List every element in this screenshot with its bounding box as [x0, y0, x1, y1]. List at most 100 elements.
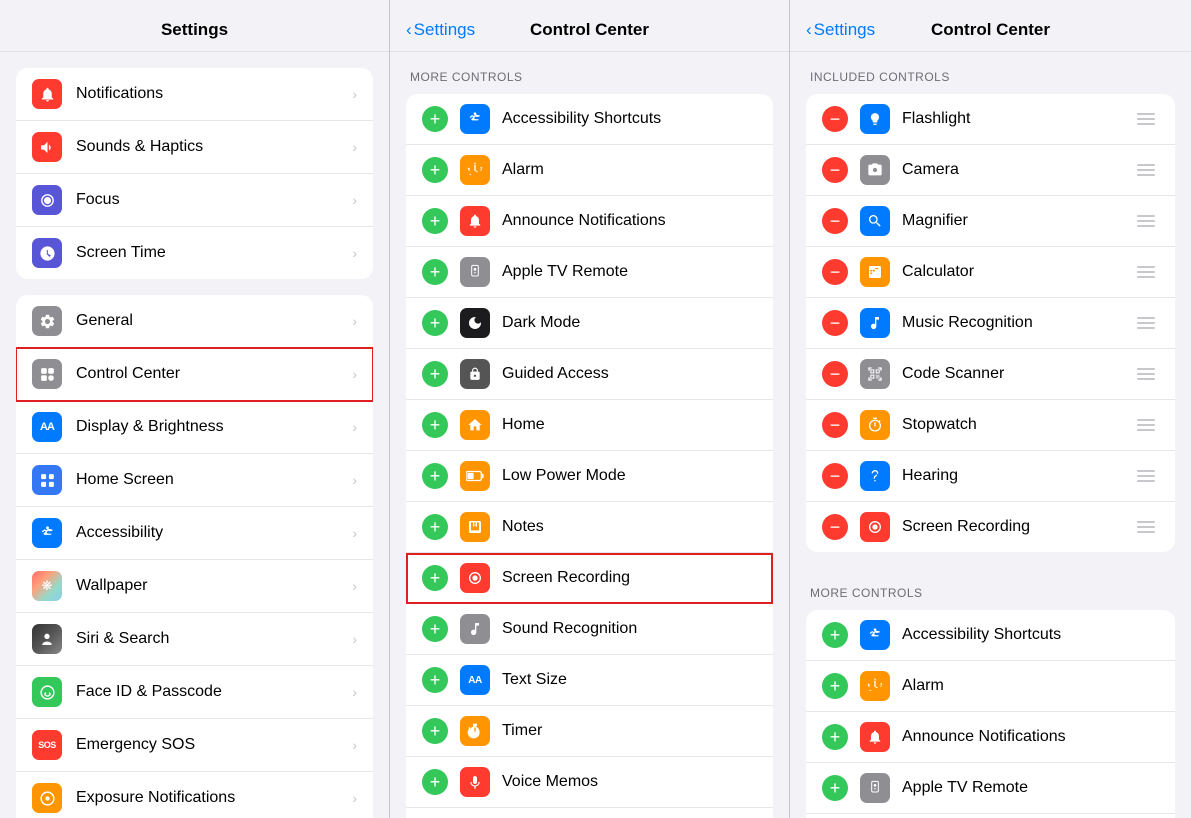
add-btn-voice-memos[interactable]: +	[422, 769, 448, 795]
cc-icon-dark-mode	[460, 308, 490, 338]
included-item-magnifier[interactable]: − Magnifier	[806, 196, 1175, 247]
drag-handle-stopwatch[interactable]	[1133, 417, 1159, 433]
drag-handle-flashlight[interactable]	[1133, 111, 1159, 127]
drag-handle-screen-recording[interactable]	[1133, 519, 1159, 535]
right-more-item-apple-tv[interactable]: + Apple TV Remote	[806, 763, 1175, 814]
cc-icon-calculator	[860, 257, 890, 287]
drag-handle-hearing[interactable]	[1133, 468, 1159, 484]
drag-handle-magnifier[interactable]	[1133, 213, 1159, 229]
cc-item-wallet[interactable]: + Wallet	[406, 808, 773, 818]
cc-item-apple-tv-remote[interactable]: + Apple TV Remote	[406, 247, 773, 298]
right-content: INCLUDED CONTROLS − Flashlight − Camera	[790, 52, 1191, 818]
right-more-item-alarm[interactable]: + Alarm	[806, 661, 1175, 712]
cc-icon-music-recognition	[860, 308, 890, 338]
cc-icon-right-accessibility	[860, 620, 890, 650]
included-item-screen-recording[interactable]: − Screen Recording	[806, 502, 1175, 552]
add-btn-right-announce[interactable]: +	[822, 724, 848, 750]
remove-btn-screen-recording[interactable]: −	[822, 514, 848, 540]
add-btn-screen-recording[interactable]: +	[422, 565, 448, 591]
cc-item-accessibility-shortcuts[interactable]: + Accessibility Shortcuts	[406, 94, 773, 145]
settings-item-siri[interactable]: Siri & Search ›	[16, 613, 373, 666]
add-btn-announce[interactable]: +	[422, 208, 448, 234]
add-btn-dark-mode[interactable]: +	[422, 310, 448, 336]
remove-btn-stopwatch[interactable]: −	[822, 412, 848, 438]
right-title: Control Center	[931, 20, 1050, 40]
right-more-item-accessibility[interactable]: + Accessibility Shortcuts	[806, 610, 1175, 661]
drag-handle-code-scanner[interactable]	[1133, 366, 1159, 382]
cc-icon-announce	[460, 206, 490, 236]
add-btn-right-apple-tv[interactable]: +	[822, 775, 848, 801]
settings-item-exposure[interactable]: Exposure Notifications ›	[16, 772, 373, 818]
cc-item-voice-memos[interactable]: + Voice Memos	[406, 757, 773, 808]
settings-item-wallpaper[interactable]: ❋ Wallpaper ›	[16, 560, 373, 613]
cc-icon-alarm	[460, 155, 490, 185]
add-btn-right-accessibility[interactable]: +	[822, 622, 848, 648]
settings-item-accessibility[interactable]: Accessibility ›	[16, 507, 373, 560]
cc-item-notes[interactable]: + Notes	[406, 502, 773, 553]
add-btn-notes[interactable]: +	[422, 514, 448, 540]
included-label-stopwatch: Stopwatch	[902, 416, 1133, 434]
add-btn-text-size[interactable]: +	[422, 667, 448, 693]
remove-btn-flashlight[interactable]: −	[822, 106, 848, 132]
drag-handle-camera[interactable]	[1133, 162, 1159, 178]
cc-item-guided-access[interactable]: + Guided Access	[406, 349, 773, 400]
remove-btn-hearing[interactable]: −	[822, 463, 848, 489]
add-btn-low-power[interactable]: +	[422, 463, 448, 489]
cc-item-alarm[interactable]: + Alarm	[406, 145, 773, 196]
included-label-code-scanner: Code Scanner	[902, 365, 1133, 383]
middle-content: MORE CONTROLS + Accessibility Shortcuts …	[390, 52, 789, 818]
remove-btn-code-scanner[interactable]: −	[822, 361, 848, 387]
notifications-chevron: ›	[352, 86, 357, 102]
included-label-flashlight: Flashlight	[902, 110, 1133, 128]
included-item-code-scanner[interactable]: − Code Scanner	[806, 349, 1175, 400]
included-item-flashlight[interactable]: − Flashlight	[806, 94, 1175, 145]
included-item-music-recognition[interactable]: − Music Recognition	[806, 298, 1175, 349]
settings-item-sounds[interactable]: Sounds & Haptics ›	[16, 121, 373, 174]
settings-item-notifications[interactable]: Notifications ›	[16, 68, 373, 121]
right-more-item-dark-mode[interactable]: + Dark Mode	[806, 814, 1175, 818]
included-item-stopwatch[interactable]: − Stopwatch	[806, 400, 1175, 451]
add-btn-guided-access[interactable]: +	[422, 361, 448, 387]
cc-item-text-size[interactable]: + AA Text Size	[406, 655, 773, 706]
cc-item-screen-recording-highlighted[interactable]: + Screen Recording	[406, 553, 773, 604]
settings-item-screentime[interactable]: Screen Time ›	[16, 227, 373, 279]
cc-item-sound-recognition[interactable]: + Sound Recognition	[406, 604, 773, 655]
settings-item-focus[interactable]: Focus ›	[16, 174, 373, 227]
cc-icon-stopwatch	[860, 410, 890, 440]
add-btn-timer[interactable]: +	[422, 718, 448, 744]
settings-item-general[interactable]: General ›	[16, 295, 373, 348]
remove-btn-magnifier[interactable]: −	[822, 208, 848, 234]
settings-item-faceid[interactable]: Face ID & Passcode ›	[16, 666, 373, 719]
add-btn-sound-recognition[interactable]: +	[422, 616, 448, 642]
add-btn-alarm[interactable]: +	[422, 157, 448, 183]
remove-btn-music-recognition[interactable]: −	[822, 310, 848, 336]
settings-item-homescreen[interactable]: Home Screen ›	[16, 454, 373, 507]
right-more-item-announce[interactable]: + Announce Notifications	[806, 712, 1175, 763]
cc-label-notes: Notes	[502, 518, 757, 536]
drag-handle-music-recognition[interactable]	[1133, 315, 1159, 331]
cc-item-dark-mode[interactable]: + Dark Mode	[406, 298, 773, 349]
add-btn-accessibility-shortcuts[interactable]: +	[422, 106, 448, 132]
settings-item-emergencysos[interactable]: SOS Emergency SOS ›	[16, 719, 373, 772]
cc-item-timer[interactable]: + Timer	[406, 706, 773, 757]
drag-handle-calculator[interactable]	[1133, 264, 1159, 280]
add-btn-apple-tv[interactable]: +	[422, 259, 448, 285]
included-item-camera[interactable]: − Camera	[806, 145, 1175, 196]
middle-back-button[interactable]: ‹ Settings	[406, 20, 475, 40]
exposure-icon	[32, 783, 62, 813]
right-back-button[interactable]: ‹ Settings	[806, 20, 875, 40]
cc-item-low-power[interactable]: + Low Power Mode	[406, 451, 773, 502]
included-controls-label: INCLUDED CONTROLS	[790, 52, 1191, 90]
add-btn-home[interactable]: +	[422, 412, 448, 438]
cc-item-announce-notifications[interactable]: + Announce Notifications	[406, 196, 773, 247]
remove-btn-calculator[interactable]: −	[822, 259, 848, 285]
cc-icon-text-size: AA	[460, 665, 490, 695]
included-item-hearing[interactable]: − Hearing	[806, 451, 1175, 502]
remove-btn-camera[interactable]: −	[822, 157, 848, 183]
add-btn-right-alarm[interactable]: +	[822, 673, 848, 699]
cc-label-dark-mode: Dark Mode	[502, 314, 757, 332]
included-item-calculator[interactable]: − Calculator	[806, 247, 1175, 298]
cc-item-home[interactable]: + Home	[406, 400, 773, 451]
settings-item-display[interactable]: AA Display & Brightness ›	[16, 401, 373, 454]
settings-item-controlcenter[interactable]: Control Center ›	[16, 348, 373, 401]
